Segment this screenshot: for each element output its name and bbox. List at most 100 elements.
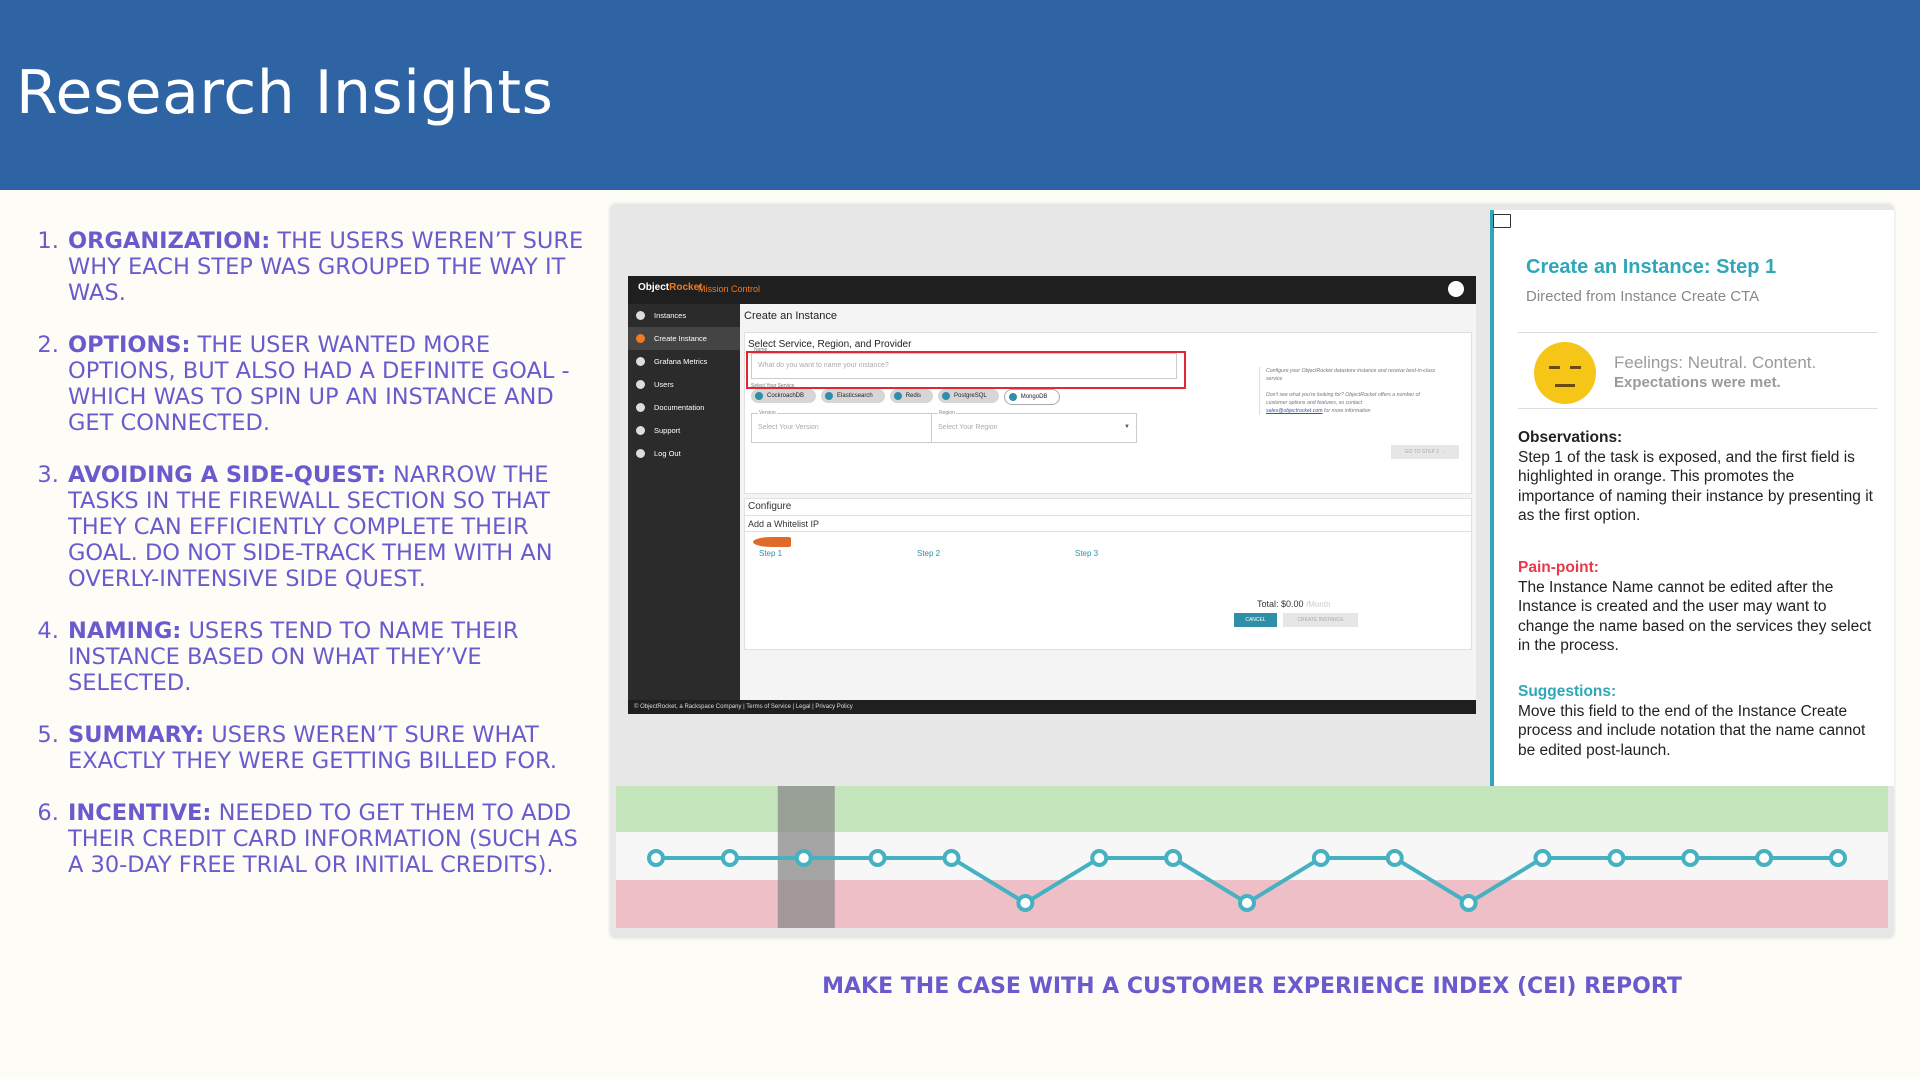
pain-point-block: Pain-point: The Instance Name cannot be …: [1518, 558, 1874, 656]
observations-text: Step 1 of the task is exposed, and the f…: [1518, 448, 1873, 525]
sidebar-item-grafana-metrics[interactable]: Grafana Metrics: [628, 350, 740, 373]
cei-step-point[interactable]: [1829, 849, 1847, 867]
sidebar-item-instances[interactable]: Instances: [628, 304, 740, 327]
sidebar-item-support[interactable]: Support: [628, 419, 740, 442]
create-instance-button[interactable]: CREATE INSTANCE: [1283, 613, 1358, 627]
step-2-label: Step 2: [917, 549, 941, 558]
findings-subtitle: Directed from Instance Create CTA: [1526, 288, 1760, 305]
pain-point-text: The Instance Name cannot be edited after…: [1518, 578, 1872, 655]
sidebar-item-users[interactable]: Users: [628, 373, 740, 396]
feelings-line-1: Feelings: Neutral. Content.: [1614, 353, 1817, 372]
sidebar-item-documentation[interactable]: Documentation: [628, 396, 740, 419]
app-footer: © ObjectRocket, a Rackspace Company | Te…: [628, 700, 1476, 714]
name-field-highlight: [746, 351, 1186, 389]
step-3-label: Step 3: [1075, 549, 1099, 558]
cei-step-point[interactable]: [942, 849, 961, 867]
user-account-icon[interactable]: [1448, 281, 1464, 297]
total-value: Total: $0.00: [1257, 599, 1304, 609]
cei-step-point[interactable]: [1016, 894, 1035, 912]
region-placeholder: Select Your Region: [938, 424, 998, 431]
cei-step-point[interactable]: [1238, 894, 1256, 912]
rocket-icon: [753, 537, 791, 547]
app-topbar: ObjectRocket Mission Control: [628, 276, 1476, 304]
logo-part-a: Object: [638, 282, 670, 293]
observations-block: Observations: Step 1 of the task is expo…: [1518, 428, 1874, 526]
insight-item: Naming: Users tend to name their instanc…: [66, 618, 586, 696]
step-1-label: Step 1: [759, 549, 783, 558]
version-placeholder: Select Your Version: [758, 424, 819, 431]
region-label: Region: [938, 410, 956, 416]
sales-email-link[interactable]: sales@objectrocket.com: [1266, 408, 1323, 414]
insight-label: Organization:: [68, 228, 271, 254]
suggestions-block: Suggestions: Move this field to the end …: [1518, 682, 1874, 760]
app-screenshot: ObjectRocket Mission Control Instances C…: [628, 276, 1476, 714]
cei-step-point[interactable]: [1533, 849, 1552, 867]
cei-step-point[interactable]: [1681, 849, 1700, 867]
cei-step-point[interactable]: [794, 849, 813, 867]
cei-step-point[interactable]: [1755, 849, 1774, 867]
header-banner: Research Insights: [0, 0, 1920, 190]
divider: [745, 531, 1471, 532]
cancel-button[interactable]: CANCEL: [1234, 613, 1277, 627]
cei-step-point[interactable]: [868, 849, 887, 867]
divider: [1518, 332, 1878, 333]
cei-step-point[interactable]: [1164, 849, 1183, 867]
divider: [745, 515, 1471, 516]
objectrocket-logo: ObjectRocket: [638, 282, 702, 293]
service-chip-postgresql[interactable]: PostgreSQL: [938, 389, 999, 403]
cei-step-point[interactable]: [720, 849, 739, 867]
page-title: Research Insights: [16, 58, 554, 128]
version-select[interactable]: Version Select Your Version ▼: [751, 410, 957, 443]
insight-label: Summary:: [68, 722, 205, 748]
service-chip-mongodb[interactable]: MongoDB: [1003, 389, 1061, 405]
total-price: Total: $0.00 /Month: [1257, 599, 1331, 609]
service-chip-cockroachdb[interactable]: CockroachDB: [751, 389, 817, 403]
per-month: /Month: [1306, 600, 1331, 609]
cei-step-point[interactable]: [1385, 849, 1404, 867]
cei-step-point[interactable]: [1311, 849, 1330, 867]
insight-item: Avoiding a side-quest: Narrow the tasks …: [66, 462, 586, 592]
observations-heading: Observations:: [1518, 429, 1623, 446]
cei-step-point[interactable]: [1090, 849, 1109, 867]
insight-item: Options: The user wanted more options, b…: [66, 332, 586, 436]
insight-label: Avoiding a side-quest:: [68, 462, 386, 488]
section-title: Select Service, Region, and Provider: [748, 339, 912, 350]
insight-item: Incentive: Needed to get them to add the…: [66, 800, 586, 878]
help-note-line: for more information: [1324, 408, 1371, 414]
comment-icon[interactable]: [1493, 214, 1511, 228]
go-to-step-2-button[interactable]: GO TO STEP 2 →: [1391, 445, 1459, 459]
configure-title: Configure: [748, 501, 792, 512]
findings-panel: Create an Instance: Step 1 Directed from…: [1490, 210, 1894, 786]
help-note-line: Don't see what you're looking for? Objec…: [1266, 392, 1420, 406]
region-select[interactable]: Region Select Your Region ▼: [931, 410, 1137, 443]
sidebar-item-log-out[interactable]: Log Out: [628, 442, 740, 465]
face-eye: [1570, 366, 1581, 369]
product-name: Mission Control: [698, 284, 761, 294]
face-mouth: [1555, 384, 1575, 387]
face-eye: [1549, 366, 1560, 369]
service-chip-redis[interactable]: Redis: [889, 389, 934, 403]
service-chips: CockroachDB Elasticsearch Redis PostgreS…: [751, 389, 1061, 405]
insight-item: Summary: Users weren’t sure what exactly…: [66, 722, 586, 774]
cei-step-point[interactable]: [1459, 894, 1478, 912]
service-chip-elasticsearch[interactable]: Elasticsearch: [821, 389, 885, 403]
divider: [1518, 408, 1878, 409]
create-instance-title: Create an Instance: [744, 310, 837, 322]
suggestions-text: Move this field to the end of the Instan…: [1518, 702, 1866, 759]
insight-label: Incentive:: [68, 800, 212, 826]
insights-list: Organization: The users weren’t sure why…: [36, 228, 586, 904]
insight-item: Organization: The users weren’t sure why…: [66, 228, 586, 306]
cei-caption: Make the case with a Customer Experience…: [610, 974, 1894, 999]
pain-point-heading: Pain-point:: [1518, 559, 1599, 576]
cei-journey-chart: [616, 786, 1888, 928]
findings-title: Create an Instance: Step 1: [1526, 256, 1777, 278]
app-sidebar: Instances Create Instance Grafana Metric…: [628, 304, 740, 700]
cei-step-point[interactable]: [647, 849, 665, 867]
cei-step-point[interactable]: [1607, 849, 1626, 867]
sidebar-item-create-instance[interactable]: Create Instance: [628, 327, 740, 350]
insight-label: Naming:: [68, 618, 182, 644]
service-card: Select Service, Region, and Provider Wha…: [744, 332, 1472, 494]
help-note-line: Configure your ObjectRocket datastore in…: [1266, 368, 1436, 382]
cei-caption-text: Make the case with a Customer Experience…: [822, 974, 1682, 999]
feelings-line-2: Expectations were met.: [1614, 374, 1781, 391]
